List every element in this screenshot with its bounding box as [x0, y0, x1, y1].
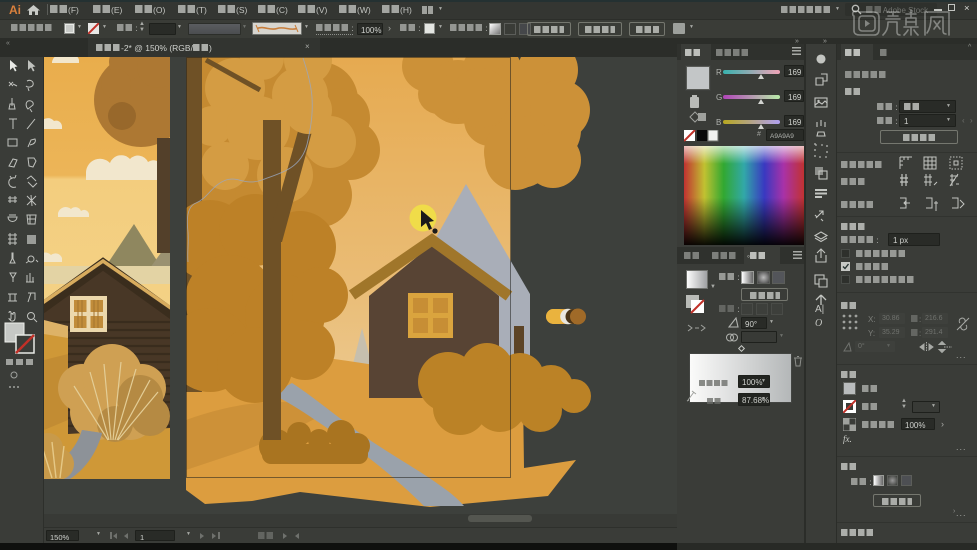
svg-text:O: O [815, 318, 822, 329]
svg-text:A|: A| [815, 304, 824, 315]
